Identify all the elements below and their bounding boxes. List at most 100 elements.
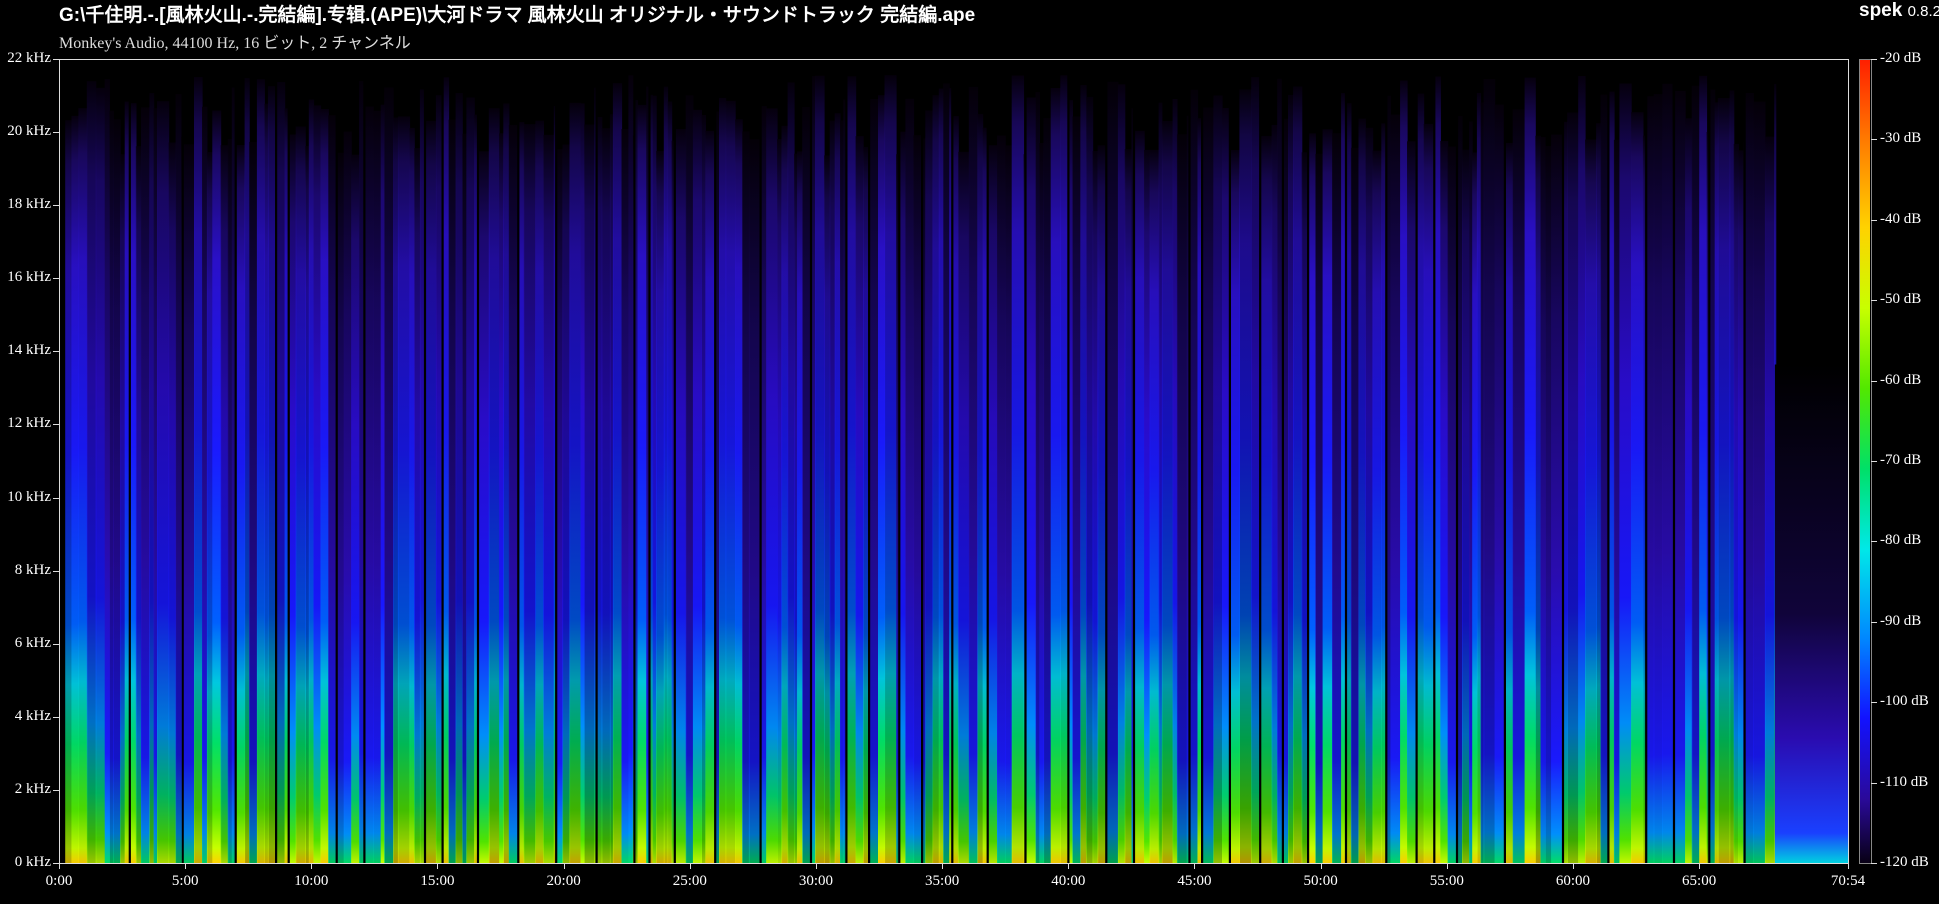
spectrum-column bbox=[120, 154, 126, 863]
db-tick-mark bbox=[1871, 139, 1877, 140]
track-gap bbox=[1708, 59, 1711, 863]
time-tick-label: 45:00 bbox=[1177, 873, 1212, 889]
frequency-tick-mark bbox=[53, 205, 59, 206]
time-tick-label: 65:00 bbox=[1682, 873, 1717, 889]
spectrum-column bbox=[1469, 121, 1473, 863]
db-tick-mark bbox=[1871, 622, 1877, 623]
spectrum-column bbox=[1293, 86, 1303, 863]
spectrum-column bbox=[1072, 116, 1081, 863]
spectrum-column bbox=[1753, 101, 1766, 863]
track-gap bbox=[648, 59, 651, 863]
spectrum-column bbox=[932, 95, 940, 863]
spectrum-column bbox=[276, 82, 286, 863]
spectrum-column bbox=[1050, 88, 1061, 863]
spectrum-column bbox=[977, 113, 984, 863]
spectrum-column bbox=[968, 86, 979, 863]
time-tick-label: 70:54 bbox=[1830, 873, 1866, 889]
spectrum-column bbox=[777, 139, 783, 863]
track-gap bbox=[1503, 59, 1506, 863]
spectrum-column bbox=[846, 76, 857, 863]
spectrum-column bbox=[1673, 90, 1686, 863]
track-gap bbox=[181, 59, 184, 863]
spectrum-column bbox=[523, 124, 536, 863]
frequency-tick-label: 4 kHz bbox=[14, 707, 51, 724]
time-tick-label: 60:00 bbox=[1555, 873, 1591, 889]
spectrum-column bbox=[1653, 94, 1663, 863]
time-tick-label: 15:00 bbox=[420, 873, 455, 889]
db-tick-label: -40 dB bbox=[1880, 210, 1922, 227]
frequency-tick-label: 22 kHz bbox=[7, 50, 51, 66]
spectrum-column bbox=[1472, 152, 1478, 863]
track-gap bbox=[898, 59, 901, 863]
spectrum-column bbox=[1733, 143, 1739, 863]
spectrum-column bbox=[455, 93, 463, 863]
spectrum-column bbox=[1035, 92, 1040, 863]
spectrum-column bbox=[569, 102, 582, 863]
spectrum-column bbox=[663, 86, 669, 863]
track-gap bbox=[363, 59, 366, 863]
track-gap bbox=[1132, 59, 1136, 863]
spectrum-column bbox=[1176, 134, 1188, 863]
frequency-tick-label: 6 kHz bbox=[14, 634, 51, 651]
time-tick-label: 50:00 bbox=[1303, 873, 1338, 889]
spectrum-column bbox=[373, 110, 382, 863]
frequency-tick-label: 0 kHz bbox=[14, 854, 51, 870]
file-path-title: G:\千住明.-.[風林火山.-.完結編].专辑.(APE)\大河ドラマ 風林火… bbox=[59, 5, 976, 26]
time-tick-mark bbox=[59, 863, 60, 869]
db-tick-label: -100 dB bbox=[1880, 693, 1929, 710]
frequency-tick-label: 20 kHz bbox=[7, 123, 51, 140]
spectrum-column bbox=[384, 87, 394, 863]
frequency-tick-label: 14 kHz bbox=[7, 342, 51, 359]
frequency-tick-label: 18 kHz bbox=[7, 196, 51, 213]
spectrum-column bbox=[95, 87, 106, 863]
spectrum-column bbox=[987, 145, 998, 863]
spectrum-column bbox=[1133, 130, 1145, 863]
frequency-tick-mark bbox=[53, 790, 59, 791]
frequency-tick-mark bbox=[53, 59, 59, 60]
spectrum-column bbox=[499, 133, 504, 863]
spectrum-column bbox=[1260, 135, 1273, 863]
spectrum-column bbox=[1619, 83, 1632, 863]
spectrum-column bbox=[206, 152, 213, 863]
spectrum-column bbox=[1744, 93, 1754, 863]
spectrum-column bbox=[1535, 135, 1541, 863]
time-tick-label: 25:00 bbox=[672, 873, 707, 889]
spectrum-column bbox=[202, 106, 208, 863]
time-tick-mark bbox=[942, 863, 943, 869]
frequency-tick-mark bbox=[53, 351, 59, 352]
spectrum-column bbox=[797, 151, 803, 863]
spectrum-column bbox=[71, 115, 80, 863]
spectrum-column bbox=[1545, 145, 1552, 863]
spectrum-column bbox=[652, 95, 657, 863]
spectrum-column bbox=[351, 154, 360, 863]
spectrum-column bbox=[1717, 98, 1731, 863]
spectrum-column bbox=[938, 88, 944, 863]
spectrum-column bbox=[295, 126, 306, 863]
spectrum-column bbox=[674, 129, 687, 863]
spectrum-column bbox=[1585, 139, 1597, 863]
spectrum-column bbox=[1271, 124, 1278, 863]
track-gap bbox=[868, 59, 871, 863]
db-tick-mark bbox=[1871, 863, 1877, 864]
spectrum-column bbox=[1080, 85, 1087, 863]
spectrum-column bbox=[1524, 77, 1536, 863]
time-tick-mark bbox=[1848, 863, 1849, 869]
track-gap bbox=[1561, 59, 1565, 863]
spectrum-column bbox=[748, 139, 761, 863]
db-tick-label: -60 dB bbox=[1880, 371, 1922, 388]
spectrogram-plot[interactable] bbox=[59, 59, 1848, 863]
time-tick-mark bbox=[1699, 863, 1700, 869]
spectrum-column bbox=[1043, 118, 1052, 863]
spectrum-column bbox=[343, 131, 352, 863]
spectrum-column bbox=[621, 129, 629, 863]
db-tick-label: -110 dB bbox=[1880, 773, 1929, 790]
spectrum-column bbox=[1512, 109, 1526, 863]
frequency-tick-mark bbox=[53, 571, 59, 572]
spectrum-column bbox=[1117, 84, 1126, 863]
spectrum-column bbox=[194, 77, 203, 863]
spectrum-tail bbox=[1774, 364, 1848, 863]
spectrum-column bbox=[1365, 127, 1374, 863]
spectrum-column bbox=[1172, 99, 1178, 863]
db-tick-label: -20 dB bbox=[1880, 50, 1922, 66]
frequency-tick-mark bbox=[53, 644, 59, 645]
